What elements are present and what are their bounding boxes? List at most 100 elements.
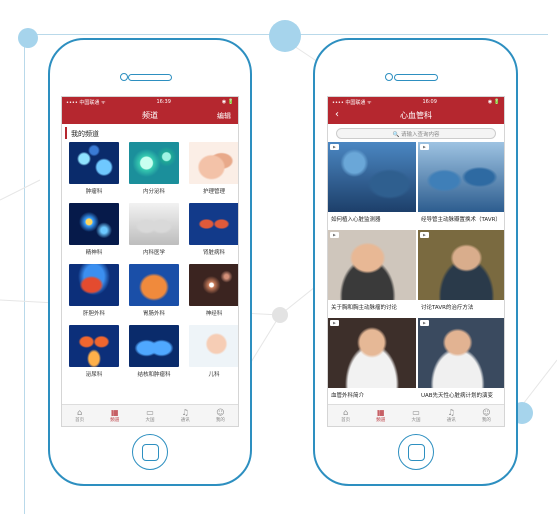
tab-label: 我的 (215, 418, 225, 423)
tab-label: 大国 (411, 418, 421, 423)
home-button[interactable] (132, 434, 168, 470)
channel-label: 内分泌科 (142, 189, 165, 195)
tab-label: 我的 (481, 418, 491, 423)
battery-text: ◉ 🔋 (221, 99, 234, 105)
tab-notifications[interactable]: ♫ 通讯 (434, 405, 469, 426)
hands-care-image (189, 142, 238, 184)
channel-item[interactable]: 护理管理 (186, 142, 238, 201)
section-title: 我的频道 (65, 127, 238, 139)
channel-item[interactable]: 肾脏病科 (186, 203, 238, 262)
baby-image (189, 325, 238, 367)
channel-item[interactable]: 儿科 (186, 325, 238, 384)
tab-label: 大国 (145, 418, 155, 423)
time-text: 16:09 (422, 99, 437, 105)
video-title: 讨论TAVR的治疗方法 (421, 305, 474, 311)
surgery-room-image: ▶ (328, 142, 416, 212)
channel-label: 结核和肿瘤科 (137, 372, 171, 378)
neurons-dark-image (189, 264, 238, 306)
video-badge: ▶ (330, 144, 339, 150)
surgeon-portrait-image: ▶ (328, 318, 416, 388)
carrier-text: •••• 中国联通 ᯤ (66, 99, 106, 106)
channel-item[interactable]: 内科医学 (126, 203, 182, 262)
tab-notifications[interactable]: ♫ 通讯 (168, 405, 203, 426)
video-title: UAB先天性心脏病计划的演变 (421, 393, 494, 399)
tab-label: 频道 (376, 418, 386, 423)
channel-label: 肝胆外科 (82, 311, 105, 317)
speaker (128, 74, 172, 81)
speaker (393, 74, 438, 81)
back-icon[interactable]: ‹ (335, 109, 339, 120)
channel-grid: 肿瘤科 内分泌科 护理管理 精神科 内科医学 肾脏病科 肝胆外科 胃肠外科 神经… (62, 139, 238, 384)
home-button[interactable] (397, 434, 434, 470)
channel-label: 精神科 (85, 250, 103, 256)
channel-item[interactable]: 肝胆外科 (66, 264, 122, 323)
tab-label: 通讯 (180, 418, 190, 423)
home-icon: ⌂ (343, 408, 349, 417)
battery-text: ◉ 🔋 (487, 99, 500, 105)
video-badge: ▶ (420, 232, 429, 238)
channel-label: 神经科 (205, 311, 223, 317)
channel-item[interactable]: 内分泌科 (126, 142, 182, 201)
channel-label: 胃肠外科 (142, 311, 165, 317)
bell-icon: ♫ (181, 408, 189, 417)
cells-blue-green-image (129, 142, 179, 184)
channel-item[interactable]: 肿瘤科 (66, 142, 122, 201)
speaker-portrait-image: ▶ (418, 230, 504, 300)
video-grid: ▶ 如何植入心脏监测器 ▶ 经导管主动脉瓣置换术（TAVR） ▶ 关于胸和胸主动… (328, 142, 504, 406)
video-item[interactable]: ▶ 血管外科简介 (328, 318, 416, 406)
tab-home[interactable]: ⌂ 首页 (62, 405, 97, 426)
tab-profile[interactable]: ☺ 我的 (203, 405, 238, 426)
video-item[interactable]: ▶ 讨论TAVR的治疗方法 (418, 230, 504, 318)
status-bar: •••• 中国联通 ᯤ 16:39 ◉ 🔋 (62, 97, 238, 107)
video-title: 经导管主动脉瓣置换术（TAVR） (421, 217, 501, 223)
professor-portrait-image: ▶ (418, 318, 504, 388)
left-screen: •••• 中国联通 ᯤ 16:39 ◉ 🔋 频道 编辑 我的频道 肿瘤科 内分泌… (61, 96, 239, 427)
tab-bar: ⌂ 首页 ▦ 频道 ▭ 大国 ♫ 通讯 ☺ 我的 (328, 404, 504, 426)
chat-icon: ▭ (146, 408, 154, 417)
doctor-portrait-image: ▶ (328, 230, 416, 300)
channel-label: 内科医学 (142, 250, 165, 256)
tab-channels[interactable]: ▦ 频道 (363, 405, 398, 426)
channel-item[interactable]: 泌尿科 (66, 325, 122, 384)
lungs-image (129, 325, 179, 367)
person-icon: ☺ (216, 408, 225, 417)
person-icon: ☺ (482, 408, 491, 417)
video-badge: ▶ (330, 320, 339, 326)
status-bar: •••• 中国联通 ᯤ 16:09 ◉ 🔋 (328, 97, 504, 107)
tab-channels[interactable]: ▦ 频道 (97, 405, 132, 426)
edit-button[interactable]: 编辑 (217, 111, 231, 121)
video-title: 如何植入心脏监测器 (331, 217, 381, 223)
search-input[interactable]: 🔍 请输入查询内容 (336, 128, 496, 139)
channel-item[interactable]: 精神科 (66, 203, 122, 262)
right-screen: •••• 中国联通 ᯤ 16:09 ◉ 🔋 ‹ 心血管科 🔍 请输入查询内容 ▶… (327, 96, 505, 427)
chat-icon: ▭ (412, 408, 420, 417)
camera (385, 73, 393, 81)
channel-label: 儿科 (208, 372, 220, 378)
tab-home[interactable]: ⌂ 首页 (328, 405, 363, 426)
video-item[interactable]: ▶ 如何植入心脏监测器 (328, 142, 416, 230)
nav-bar: 频道 编辑 (62, 107, 238, 124)
liver-image (69, 264, 119, 306)
channel-label: 护理管理 (202, 189, 225, 195)
video-title: 血管外科简介 (331, 393, 365, 399)
urinary-image (69, 325, 119, 367)
tab-chat[interactable]: ▭ 大国 (132, 405, 167, 426)
channel-item[interactable]: 神经科 (186, 264, 238, 323)
chest-xray-image (129, 203, 179, 245)
tab-label: 通讯 (446, 418, 456, 423)
video-badge: ▶ (330, 232, 339, 238)
tab-chat[interactable]: ▭ 大国 (398, 405, 433, 426)
video-item[interactable]: ▶ 经导管主动脉瓣置换术（TAVR） (418, 142, 504, 230)
video-item[interactable]: ▶ UAB先天性心脏病计划的演变 (418, 318, 504, 406)
tab-label: 首页 (341, 418, 351, 423)
tab-label: 首页 (75, 418, 85, 423)
channel-item[interactable]: 胃肠外科 (126, 264, 182, 323)
tab-profile[interactable]: ☺ 我的 (469, 405, 504, 426)
channel-item[interactable]: 结核和肿瘤科 (126, 325, 182, 384)
channel-label: 肾脏病科 (202, 250, 225, 256)
carrier-text: •••• 中国联通 ᯤ (332, 99, 372, 106)
video-badge: ▶ (420, 144, 429, 150)
grid-icon: ▦ (111, 408, 119, 417)
video-item[interactable]: ▶ 关于胸和胸主动脉瘤的讨论 (328, 230, 416, 318)
camera (120, 73, 128, 81)
